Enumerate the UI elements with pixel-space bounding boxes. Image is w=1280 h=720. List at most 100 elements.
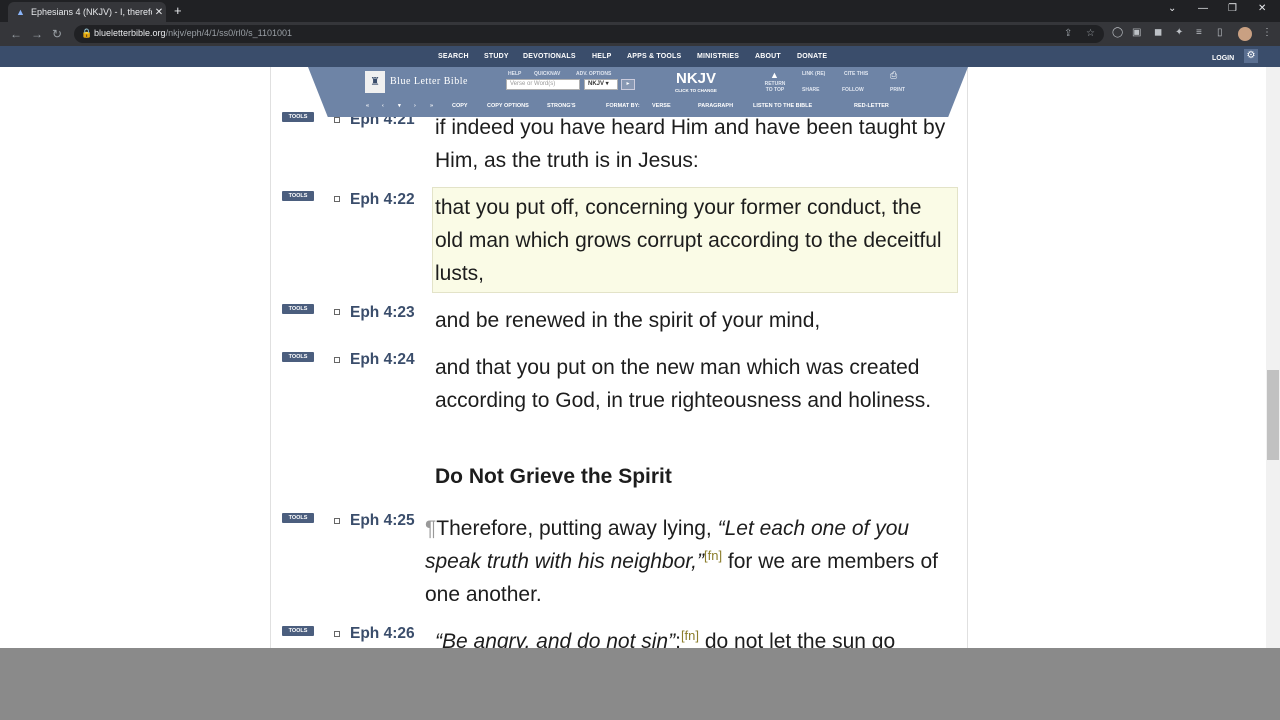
tab-search-icon[interactable]: ⌄	[1168, 3, 1176, 14]
lock-icon: 🔒	[81, 28, 93, 38]
site-favicon-icon: ▲	[16, 7, 25, 17]
share-icon[interactable]: ⇪	[1064, 28, 1072, 39]
link-label[interactable]: LINK (RE)	[802, 71, 825, 77]
verse-ref[interactable]: Eph 4:23	[350, 304, 415, 322]
scrollbar[interactable]	[1266, 67, 1280, 648]
verse-ref[interactable]: Eph 4:24	[350, 351, 415, 369]
bookmark-star-icon[interactable]: ☆	[1086, 28, 1095, 39]
listen-button[interactable]: LISTEN TO THE BIBLE	[753, 103, 812, 109]
verse-text: if indeed you have heard Him and have be…	[435, 116, 946, 172]
site-nav: SEARCH STUDY DEVOTIONALS HELP APPS & TOO…	[0, 46, 1280, 67]
format-paragraph-option[interactable]: PARAGRAPH	[698, 103, 733, 109]
back-icon[interactable]: ←	[10, 27, 22, 41]
section-heading: Do Not Grieve the Spirit	[435, 465, 672, 488]
verse-text: and that you put on the new man which wa…	[435, 356, 932, 412]
avatar[interactable]	[1238, 27, 1252, 41]
version-select[interactable]: NKJV ▾	[584, 79, 618, 90]
help-label[interactable]: HELP	[508, 71, 521, 77]
blb-logo-icon[interactable]: ♜	[365, 71, 385, 93]
bible-toolbar: ♜ Blue Letter Bible HELP QUICKNAV ADV. O…	[308, 67, 968, 117]
strongs-toggle[interactable]: STRONG'S	[547, 103, 576, 109]
cite-this-label[interactable]: CITE THIS	[844, 71, 868, 77]
quicknav-label: QUICKNAV	[534, 71, 561, 77]
adv-options-label[interactable]: ADV. OPTIONS	[576, 71, 611, 77]
reload-icon[interactable]: ↻	[52, 27, 62, 41]
tab-close-icon[interactable]: ✕	[152, 7, 166, 18]
footnote-link[interactable]: [fn]	[681, 628, 699, 643]
print-label[interactable]: PRINT	[890, 87, 905, 93]
verse-text: that you put off, concerning your former…	[435, 196, 942, 285]
verse-tool-strip: « ‹ ▾ › » COPY COPY OPTIONS STRONG'S FOR…	[360, 101, 916, 113]
nav-ministries[interactable]: MINISTRIES	[697, 53, 739, 60]
next-chapter-icon[interactable]: ›	[414, 103, 416, 109]
puzzle-icon[interactable]: ✦	[1175, 27, 1183, 38]
first-chapter-icon[interactable]: «	[366, 103, 369, 109]
extension-icon[interactable]: ◼	[1154, 27, 1162, 38]
verse-ref[interactable]: Eph 4:22	[350, 191, 415, 209]
verse-ref[interactable]: Eph 4:26	[350, 625, 415, 643]
gear-icon[interactable]: ⚙	[1244, 49, 1258, 63]
return-to-top-label[interactable]: RETURN TO TOP	[763, 81, 787, 93]
extension-icon[interactable]: ◯	[1112, 27, 1123, 38]
tools-button[interactable]: TOOLS	[282, 513, 314, 523]
address-bar[interactable]: 🔒 blueletterbible.org/nkjv/eph/4/1/ss0/r…	[74, 25, 1104, 43]
nav-study[interactable]: STUDY	[484, 53, 509, 60]
verse-text: ¶Therefore, putting away lying, “Let eac…	[425, 517, 938, 606]
page-body: TOOLS Eph 4:21 if indeed you have heard …	[0, 67, 1280, 648]
format-verse-option[interactable]: VERSE	[652, 103, 671, 109]
browser-tab[interactable]: ▲ Ephesians 4 (NKJV) - I, therefore, ✕	[8, 2, 166, 22]
verse-text: and be renewed in the spirit of your min…	[435, 309, 821, 332]
paragraph-mark: ¶	[425, 517, 437, 540]
verse-checkbox[interactable]	[334, 309, 340, 315]
new-tab-button[interactable]: +	[174, 3, 182, 18]
scrollbar-thumb[interactable]	[1267, 370, 1279, 460]
chapter-menu-icon[interactable]: ▾	[398, 103, 401, 109]
footnote-link[interactable]: [fn]	[704, 548, 722, 563]
tools-button[interactable]: TOOLS	[282, 304, 314, 314]
verse-checkbox[interactable]	[334, 117, 340, 123]
menu-icon[interactable]: ⋮	[1262, 27, 1272, 38]
side-panel-icon[interactable]: ▯	[1217, 27, 1223, 38]
verse-text: “Be angry, and do not sin”:[fn] do not l…	[435, 628, 896, 648]
nav-about[interactable]: ABOUT	[755, 53, 781, 60]
nav-apps-tools[interactable]: APPS & TOOLS	[627, 53, 681, 60]
share-label[interactable]: SHARE	[802, 87, 820, 93]
tab-title: Ephesians 4 (NKJV) - I, therefore,	[31, 7, 152, 17]
red-letter-toggle[interactable]: RED-LETTER	[854, 103, 889, 109]
forward-icon[interactable]: →	[31, 27, 43, 41]
login-link[interactable]: LOGIN	[1212, 55, 1234, 62]
verse-ref[interactable]: Eph 4:25	[350, 512, 415, 530]
verse-checkbox[interactable]	[334, 518, 340, 524]
browser-toolbar: ← → ↻ 🔒 blueletterbible.org/nkjv/eph/4/1…	[0, 22, 1280, 46]
version-name[interactable]: NKJV	[676, 70, 716, 87]
copy-button[interactable]: COPY	[452, 103, 468, 109]
nav-devotionals[interactable]: DEVOTIONALS	[523, 53, 576, 60]
go-button[interactable]: ▸	[621, 79, 635, 90]
blb-logo[interactable]: Blue Letter Bible	[390, 76, 468, 87]
prev-chapter-icon[interactable]: ‹	[382, 103, 384, 109]
verse-checkbox[interactable]	[334, 196, 340, 202]
verse-search-input[interactable]: Verse or Word(s)	[506, 79, 580, 90]
last-chapter-icon[interactable]: »	[430, 103, 433, 109]
nav-help[interactable]: HELP	[592, 53, 611, 60]
extension-icon[interactable]: ▣	[1132, 27, 1141, 38]
minimize-button[interactable]: —	[1198, 3, 1208, 14]
click-to-change[interactable]: CLICK TO CHANGE	[675, 88, 717, 93]
copy-options-button[interactable]: COPY OPTIONS	[487, 103, 529, 109]
tools-button[interactable]: TOOLS	[282, 626, 314, 636]
desktop-area	[0, 648, 1280, 720]
restore-button[interactable]: ❐	[1228, 3, 1237, 14]
verse-checkbox[interactable]	[334, 631, 340, 637]
reading-list-icon[interactable]: ≡	[1196, 27, 1202, 38]
tools-button[interactable]: TOOLS	[282, 191, 314, 201]
nav-search[interactable]: SEARCH	[438, 53, 469, 60]
tools-button[interactable]: TOOLS	[282, 352, 314, 362]
verse-checkbox[interactable]	[334, 357, 340, 363]
return-to-top-icon[interactable]: ▲	[770, 70, 779, 80]
nav-donate[interactable]: DONATE	[797, 53, 827, 60]
format-by-label: FORMAT BY:	[606, 103, 640, 109]
window-close-button[interactable]: ✕	[1258, 3, 1266, 14]
follow-label[interactable]: FOLLOW	[842, 87, 864, 93]
print-icon[interactable]: ⎙	[890, 70, 897, 81]
url-text: blueletterbible.org/nkjv/eph/4/1/ss0/rl0…	[94, 28, 292, 38]
